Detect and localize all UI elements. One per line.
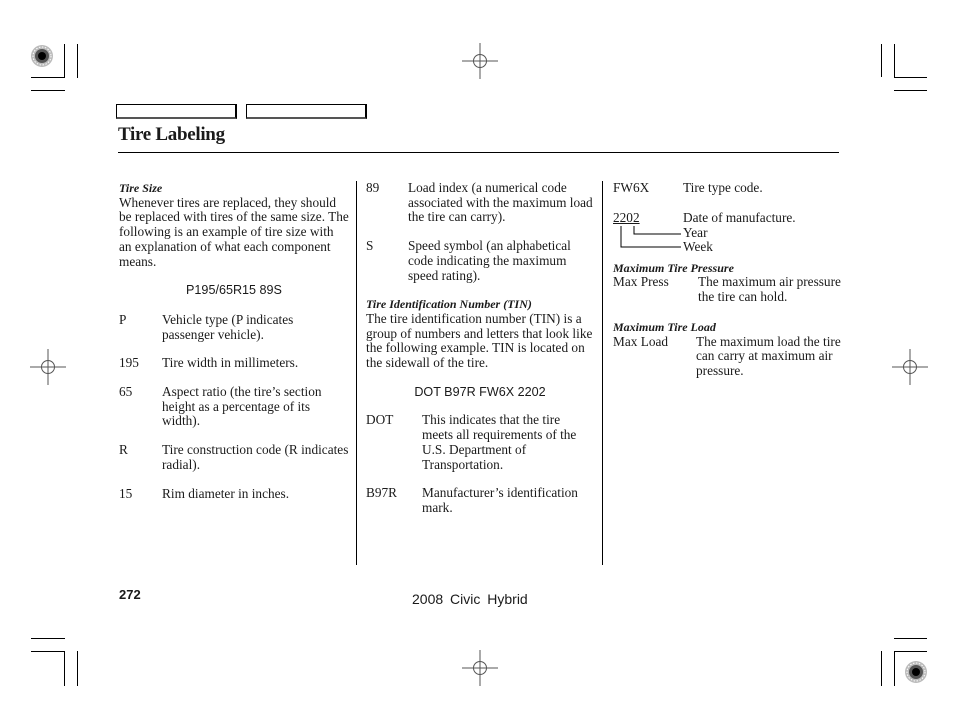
- definition-term: S: [366, 238, 374, 254]
- definition-desc: Tire type code.: [683, 180, 763, 195]
- nav-tab-1[interactable]: [116, 104, 237, 119]
- section-heading-tin: Tire Identification Number (TIN): [366, 297, 532, 312]
- definition-item: DOT This indicates that the tire meets a…: [366, 413, 594, 472]
- registration-target-icon: [31, 45, 53, 67]
- column-tin: 89 Load index (a numerical code associat…: [366, 180, 594, 516]
- crosshair-icon: [892, 349, 928, 385]
- definition-term: 15: [119, 485, 133, 501]
- section-heading-max-pressure: Maximum Tire Pressure: [613, 260, 734, 275]
- model-name: 2008 Civic Hybrid: [412, 591, 528, 607]
- definition-desc: The maximum air pressure the tire can ho…: [698, 274, 841, 305]
- definition-item: Max Press The maximum air pressure the t…: [613, 274, 843, 305]
- column-divider: [602, 181, 603, 565]
- definition-desc: Tire construction code (R indicates radi…: [162, 442, 349, 472]
- definition-desc: Vehicle type (P indicates passenger vehi…: [162, 311, 294, 342]
- page-number: 272: [119, 587, 141, 602]
- definition-item: Max Load The maximum load the tire can c…: [613, 333, 843, 379]
- definition-item: FW6X Tire type code.: [613, 180, 843, 196]
- definition-term: DOT: [366, 412, 394, 428]
- definition-term: 89: [366, 180, 380, 195]
- definition-desc: Rim diameter in inches.: [162, 485, 290, 501]
- definition-desc: Speed symbol (an alphabetical code indic…: [408, 238, 571, 283]
- definition-term: Max Press: [613, 274, 669, 290]
- crosshair-icon: [30, 349, 66, 385]
- definition-term: Max Load: [613, 333, 669, 349]
- column-tire-size: Tire Size Whenever tires are replaced, t…: [119, 181, 349, 501]
- column-divider: [356, 181, 357, 565]
- definition-item: P Vehicle type (P indicates passenger ve…: [119, 311, 349, 342]
- registration-target-icon: [905, 661, 927, 683]
- definition-term: B97R: [366, 485, 398, 501]
- definition-term: P: [119, 311, 127, 327]
- section-heading-max-load: Maximum Tire Load: [613, 319, 716, 334]
- tin-intro: The tire identification number (TIN) is …: [366, 310, 593, 371]
- nav-tab-2[interactable]: [246, 104, 367, 119]
- week-label: Week: [683, 238, 713, 254]
- tire-size-example-code: P195/65R15 89S: [186, 283, 282, 298]
- definition-item: R Tire construction code (R indicates ra…: [119, 442, 349, 472]
- definition-term: 195: [119, 355, 139, 371]
- definition-term: FW6X: [613, 180, 650, 195]
- definition-term: 65: [119, 384, 133, 400]
- crosshair-icon: [462, 650, 498, 686]
- crosshair-icon: [462, 43, 498, 79]
- definition-item: B97R Manufacturer’s identification mark.: [366, 485, 594, 515]
- definition-desc: Tire width in millimeters.: [162, 355, 299, 371]
- date-of-manufacture: 2202 Date of manufacture. Year Week: [613, 209, 843, 255]
- definition-desc: Load index (a numerical code associated …: [408, 180, 593, 225]
- definition-item: 65 Aspect ratio (the tire’s section heig…: [119, 384, 349, 429]
- definition-item: 195 Tire width in millimeters.: [119, 356, 349, 371]
- page-title: Tire Labeling: [118, 124, 225, 145]
- date-leader-lines: [620, 225, 681, 248]
- tire-size-intro: Whenever tires are replaced, they should…: [119, 194, 349, 269]
- column-codes: FW6X Tire type code. 2202 Date of manufa…: [613, 180, 843, 379]
- definition-item: 89 Load index (a numerical code associat…: [366, 180, 594, 225]
- definition-desc: Aspect ratio (the tire’s section height …: [162, 384, 322, 429]
- definition-term: R: [119, 442, 128, 458]
- section-heading-tire-size: Tire Size: [119, 181, 163, 195]
- tin-example-code: DOT B97R FW6X 2202: [414, 384, 546, 399]
- definition-desc: The maximum load the tire can carry at m…: [696, 333, 841, 378]
- definition-desc: This indicates that the tire meets all r…: [422, 412, 577, 472]
- definition-item: 15 Rim diameter in inches.: [119, 485, 349, 502]
- definition-desc: Manufacturer’s identification mark.: [422, 485, 578, 515]
- title-rule: [118, 152, 839, 153]
- definition-item: S Speed symbol (an alphabetical code ind…: [366, 238, 594, 283]
- date-desc: Date of manufacture.: [683, 209, 796, 225]
